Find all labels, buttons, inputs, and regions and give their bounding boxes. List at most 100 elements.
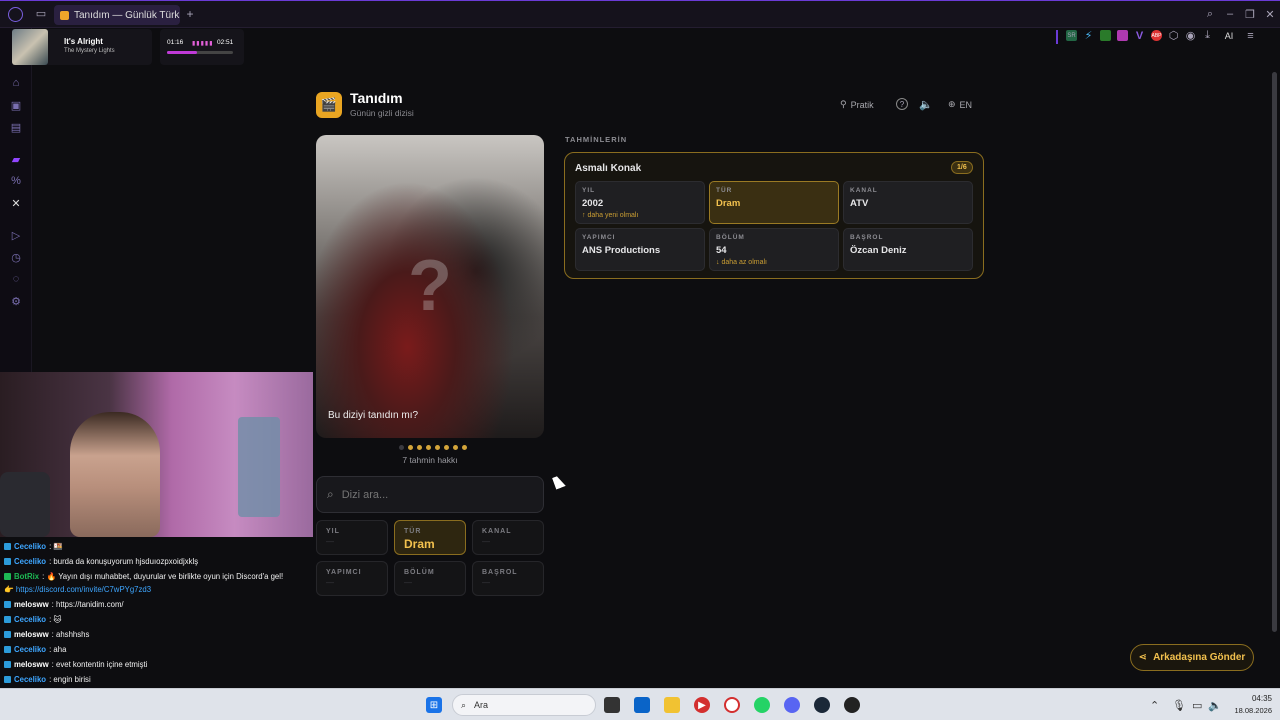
taskbar-search[interactable]: ⌕ Ara <box>452 694 596 716</box>
extension-v-icon[interactable]: V <box>1134 30 1145 42</box>
help-icon[interactable]: ? <box>896 98 908 110</box>
messages-icon[interactable]: ◌ <box>9 272 23 286</box>
cell-key: BÖLÜM <box>716 234 745 241</box>
chat-text: : 🐱 <box>49 615 62 624</box>
network-icon[interactable]: ▭ <box>1192 699 1202 712</box>
search-box[interactable]: ⌕ <box>316 476 544 513</box>
chat-badge-icon <box>4 543 11 550</box>
chat-nick[interactable]: Ceceliko <box>14 557 46 566</box>
chat-badge-icon <box>4 573 11 580</box>
sound-icon[interactable]: 🔈 <box>919 98 933 111</box>
steam-icon[interactable] <box>814 697 830 713</box>
accent-line <box>0 0 1280 1</box>
search-icon: ⌕ <box>461 699 467 710</box>
language-button[interactable]: ⊕ EN <box>948 99 972 110</box>
tab-list-icon[interactable]: ▭ <box>35 7 47 20</box>
chat-text: : engin birisi <box>49 675 91 684</box>
cell-key: TÜR <box>716 187 733 194</box>
extension-pink-icon[interactable] <box>1117 30 1128 41</box>
mic-icon[interactable]: 🎙 <box>1172 699 1186 712</box>
puzzle-extensions-icon[interactable]: ⬡ <box>1168 30 1179 42</box>
opera-icon[interactable] <box>724 697 740 713</box>
album-art <box>12 29 48 65</box>
chat-nick[interactable]: melosww <box>14 660 49 669</box>
chat-nick[interactable]: Ceceliko <box>14 542 46 551</box>
chat-text: : evet kontentin içine etmişti <box>51 660 148 669</box>
guess-dot <box>444 445 449 450</box>
chat-message: Ceceliko: 🍱 <box>4 542 63 551</box>
guess-dot <box>426 445 431 450</box>
media-player-icon[interactable]: ▶ <box>694 697 710 713</box>
board-value: — <box>326 537 334 546</box>
question-mark-icon: ? <box>408 246 452 326</box>
outlook-icon[interactable] <box>634 697 650 713</box>
news-icon[interactable]: ▤ <box>9 120 23 134</box>
download-icon[interactable]: ⤓ <box>1202 29 1213 41</box>
new-tab-button[interactable]: + <box>185 7 195 21</box>
volume-icon[interactable]: 🔈 <box>1208 699 1222 712</box>
whatsapp-icon[interactable] <box>754 697 770 713</box>
task-view-icon[interactable] <box>604 697 620 713</box>
account-icon[interactable]: ◉ <box>1185 30 1196 42</box>
cell-value: ATV <box>850 198 869 209</box>
workspaces-icon[interactable]: ⌂ <box>9 76 23 90</box>
minimize-icon[interactable]: – <box>1224 8 1236 20</box>
pratik-button[interactable]: ⚲ Pratik <box>840 99 874 110</box>
extension-link-icon[interactable]: ⚡ <box>1083 30 1094 42</box>
clock-time[interactable]: 04:35 <box>1232 694 1272 703</box>
link-icon: ⚲ <box>840 99 847 109</box>
search-icon[interactable]: ⌕ <box>1204 8 1216 20</box>
chat-nick[interactable]: Ceceliko <box>14 615 46 624</box>
tray-chevron-icon[interactable]: ⌃ <box>1150 699 1159 712</box>
clock-date[interactable]: 18.08.2026 <box>1222 706 1272 715</box>
start-icon[interactable]: ⊞ <box>426 697 442 713</box>
extension-sr-icon[interactable]: SR <box>1066 30 1077 41</box>
menu-icon[interactable]: ≡ <box>1245 30 1256 42</box>
discord-icon[interactable] <box>784 697 800 713</box>
progress-track[interactable] <box>167 51 233 54</box>
chat-badge-icon <box>4 616 11 623</box>
twitch-icon[interactable]: ▰ <box>9 152 23 166</box>
chat-nick[interactable]: Ceceliko <box>14 645 46 654</box>
guess-dot <box>462 445 467 450</box>
history-icon[interactable]: ◷ <box>9 250 23 264</box>
file-explorer-icon[interactable] <box>664 697 680 713</box>
restore-icon[interactable]: ❐ <box>1244 8 1256 21</box>
guess-cell-tür: TÜR Dram <box>709 181 839 224</box>
cell-key: YAPIMCI <box>582 234 616 241</box>
chat-message: 👉 https://discord.com/invite/C7wPYg7zd3 <box>4 585 151 594</box>
chat-text: : https://tanidim.com/ <box>51 600 124 609</box>
tab-tanidim[interactable]: Tanıdım — Günlük Türk Dizi <box>54 5 180 25</box>
guess-dot <box>435 445 440 450</box>
cell-hint: ↓ daha az olmalı <box>716 259 767 266</box>
chat-nick[interactable]: BotRix <box>14 572 39 581</box>
taskbar-search-label: Ara <box>474 700 489 710</box>
chat-badge-icon <box>4 601 11 608</box>
x-icon[interactable]: ✕ <box>9 196 23 210</box>
series-search-input[interactable] <box>341 488 522 501</box>
chat-nick[interactable]: melosww <box>14 600 49 609</box>
chat-message: melosww: https://tanidim.com/ <box>4 600 124 609</box>
app-title: Tanıdım <box>350 90 403 106</box>
chat-message: Ceceliko: 🐱 <box>4 615 62 624</box>
chat-nick[interactable]: melosww <box>14 630 49 639</box>
pinboard-icon[interactable]: ▣ <box>9 98 23 112</box>
extension-green-icon[interactable] <box>1100 30 1111 41</box>
chat-nick[interactable]: Ceceliko <box>14 675 46 684</box>
song-artist: The Mystery Lights <box>64 48 115 54</box>
obs-icon[interactable] <box>844 697 860 713</box>
opera-logo-icon[interactable] <box>8 7 23 22</box>
percent-icon[interactable]: % <box>9 174 23 188</box>
adblock-icon[interactable]: ABP <box>1151 30 1162 41</box>
chat-badge-icon <box>4 646 11 653</box>
ai-button[interactable]: AI <box>1219 30 1239 41</box>
chat-message: Ceceliko: burda da konuşuyorum hjsduıozp… <box>4 557 198 566</box>
player-controls[interactable]: 01:16 ▮▮▮▮▮ 02:51 <box>160 29 244 65</box>
page-scrollbar[interactable] <box>1272 72 1277 632</box>
tab-title: Tanıdım — Günlük Türk Dizi <box>74 9 180 21</box>
music-widget[interactable]: It's Alright The Mystery Lights <box>12 29 152 65</box>
player-icon[interactable]: ▷ <box>9 228 23 242</box>
settings-gear-icon[interactable]: ⚙ <box>9 294 23 308</box>
send-to-friend-button[interactable]: ⋖ Arkadaşına Gönder <box>1130 644 1254 671</box>
close-icon[interactable]: ✕ <box>1264 8 1276 21</box>
